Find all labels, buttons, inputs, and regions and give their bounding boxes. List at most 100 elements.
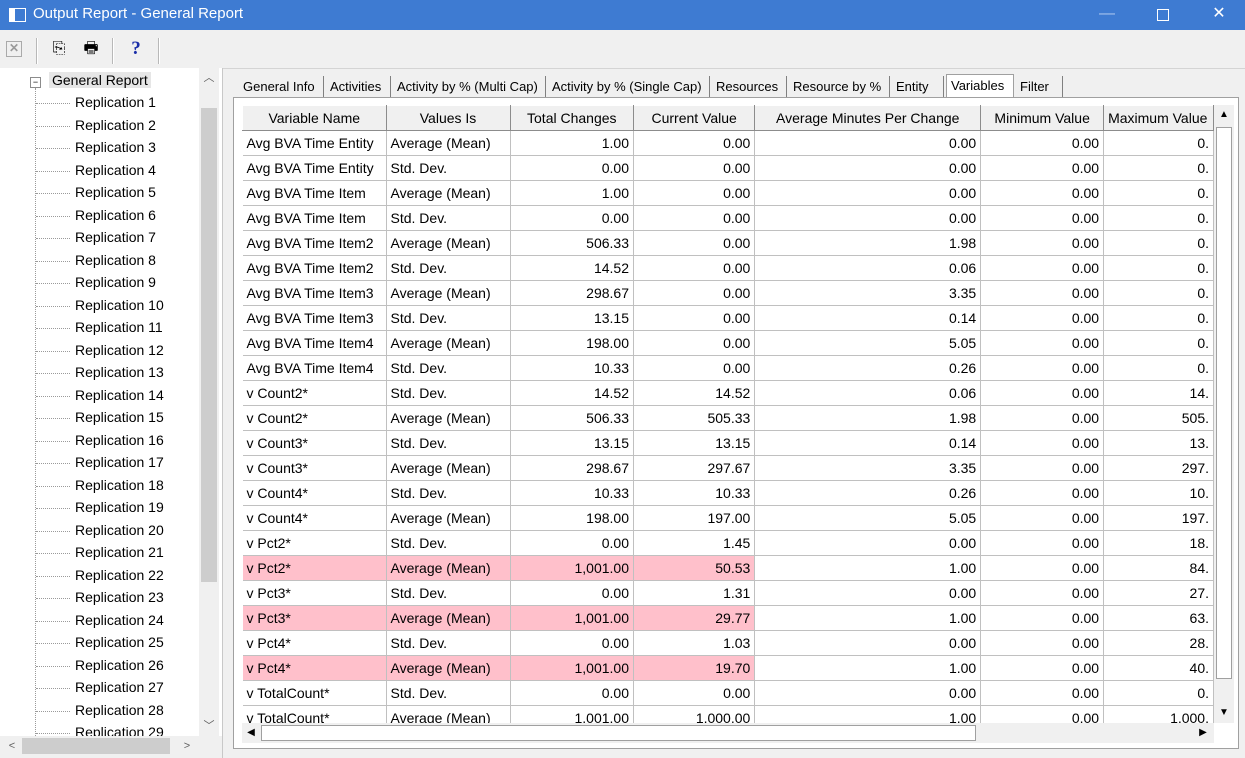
table-row[interactable]: v TotalCount* Std. Dev. 0.00 0.00 0.00 0.00 0. (242, 680, 1214, 706)
scroll-up-icon[interactable]: ▲ (1214, 105, 1234, 125)
tree-item-label[interactable]: Replication 4 (75, 162, 156, 178)
tree-item-label[interactable]: Replication 15 (75, 409, 164, 425)
table-cell: 0.00 (633, 255, 756, 281)
column-header[interactable]: Values Is (385, 105, 511, 131)
table-cell: Average (Mean) (386, 330, 511, 356)
scroll-down-icon[interactable]: ▼ (1214, 703, 1234, 723)
tab-activity-by-single-cap[interactable]: Activity by % (Single Cap) (548, 76, 710, 98)
scroll-up-icon[interactable]: ︿ (199, 68, 219, 88)
tree-item-label[interactable]: Replication 9 (75, 274, 156, 290)
tree-item-label[interactable]: Replication 7 (75, 229, 156, 245)
tree-item-label[interactable]: Replication 23 (75, 589, 164, 605)
table-row[interactable]: v Pct3* Std. Dev. 0.00 1.31 0.00 0.00 27. (242, 580, 1214, 606)
tree-item-label[interactable]: Replication 11 (75, 319, 163, 335)
tree-vertical-scrollbar[interactable]: ︿ ﹀ (199, 68, 219, 736)
scroll-thumb[interactable] (1216, 127, 1232, 679)
tree-horizontal-scrollbar[interactable]: < > (0, 736, 222, 758)
grid-horizontal-scrollbar[interactable]: ◀ ▶ (242, 723, 1214, 743)
grid-vertical-scrollbar[interactable]: ▲ ▼ (1214, 105, 1234, 723)
print-icon[interactable]: 🖶 (80, 38, 102, 60)
table-row[interactable]: Avg BVA Time Item3 Average (Mean) 298.67 0.… (242, 280, 1214, 306)
tree-item-label[interactable]: Replication 6 (75, 207, 156, 223)
table-row[interactable]: Avg BVA Time Item4 Std. Dev. 10.33 0.00 0.26… (242, 355, 1214, 381)
tab-activities[interactable]: Activities (326, 76, 391, 98)
table-row[interactable]: v Pct3* Average (Mean) 1,001.00 29.77 1.00 0.… (242, 605, 1214, 631)
tree-item-label[interactable]: Replication 3 (75, 139, 156, 155)
table-cell: 0.00 (980, 655, 1105, 681)
tab-activity-by-multi-cap[interactable]: Activity by % (Multi Cap) (393, 76, 546, 98)
tree-item-label[interactable]: Replication 20 (75, 522, 164, 538)
tab-resources[interactable]: Resources (712, 76, 787, 98)
tab-resource-by[interactable]: Resource by % (789, 76, 890, 98)
tree-item-label[interactable]: Replication 8 (75, 252, 156, 268)
table-row[interactable]: v Pct4* Std. Dev. 0.00 1.03 0.00 0.00 28. (242, 630, 1214, 656)
tree-item-label[interactable]: Replication 28 (75, 702, 164, 718)
tree-item-label[interactable]: Replication 26 (75, 657, 164, 673)
tree-item-label[interactable]: Replication 27 (75, 679, 164, 695)
maximize-button[interactable] (1140, 0, 1186, 30)
collapse-icon[interactable]: − (30, 77, 41, 88)
tree-item-label[interactable]: Replication 21 (75, 544, 164, 560)
table-row[interactable]: Avg BVA Time Item4 Average (Mean) 198.00 0.… (242, 330, 1214, 356)
tree-item-label[interactable]: Replication 19 (75, 499, 164, 515)
tree-item-label[interactable]: Replication 12 (75, 342, 164, 358)
scroll-thumb[interactable] (201, 108, 217, 582)
table-row[interactable]: v Count2* Average (Mean) 506.33 505.33 1.98 0… (242, 405, 1214, 431)
tree-item-label[interactable]: Replication 17 (75, 454, 164, 470)
table-row[interactable]: Avg BVA Time Item3 Std. Dev. 13.15 0.00 0.14… (242, 305, 1214, 331)
tree-item-label[interactable]: Replication 16 (75, 432, 164, 448)
table-row[interactable]: Avg BVA Time Item2 Average (Mean) 506.33 0.… (242, 230, 1214, 256)
scroll-thumb[interactable] (261, 725, 976, 741)
minimize-button[interactable]: — (1084, 0, 1130, 30)
tree-item-label[interactable]: Replication 18 (75, 477, 164, 493)
copy-icon[interactable]: ⎘ (48, 38, 70, 60)
table-row[interactable]: v Pct4* Average (Mean) 1,001.00 19.70 1.00 0.… (242, 655, 1214, 681)
table-row[interactable]: v Pct2* Average (Mean) 1,001.00 50.53 1.00 0.… (242, 555, 1214, 581)
table-cell: 1,000. (1103, 705, 1214, 724)
table-row[interactable]: v Count3* Std. Dev. 13.15 13.15 0.14 0.00 13. (242, 430, 1214, 456)
table-row[interactable]: Avg BVA Time Entity Average (Mean) 1.00 0.0… (242, 130, 1214, 156)
table-row[interactable]: v Count3* Average (Mean) 298.67 297.67 3.35 0… (242, 455, 1214, 481)
tree-item-label[interactable]: Replication 14 (75, 387, 164, 403)
tree-root-label[interactable]: General Report (49, 72, 151, 88)
tree-item-label[interactable]: Replication 25 (75, 634, 164, 650)
scroll-left-icon[interactable]: ◀ (242, 723, 260, 743)
table-row[interactable]: v Pct2* Std. Dev. 0.00 1.45 0.00 0.00 18. (242, 530, 1214, 556)
close-window-button[interactable]: ✕ (1196, 0, 1242, 30)
table-row[interactable]: v Count4* Std. Dev. 10.33 10.33 0.26 0.00 10. (242, 480, 1214, 506)
table-row[interactable]: Avg BVA Time Item Std. Dev. 0.00 0.00 0.00 0.… (242, 205, 1214, 231)
table-row[interactable]: Avg BVA Time Item Average (Mean) 1.00 0.00 0… (242, 180, 1214, 206)
tab-variables[interactable]: Variables (946, 74, 1014, 99)
table-row[interactable]: v TotalCount* Average (Mean) 1,001.00 1,000… (242, 705, 1214, 724)
tree-branch-line (36, 665, 70, 667)
table-row[interactable]: v Count4* Average (Mean) 198.00 197.00 5.05 0… (242, 505, 1214, 531)
table-cell: 14.52 (510, 255, 635, 281)
table-cell: 3.35 (754, 280, 982, 306)
tree-item-label[interactable]: Replication 10 (75, 297, 164, 313)
tree-item-label[interactable]: Replication 1 (75, 94, 156, 110)
column-header[interactable]: Current Value (632, 105, 756, 131)
column-header[interactable]: Total Changes (509, 105, 635, 131)
tree-item-label[interactable]: Replication 5 (75, 184, 156, 200)
column-header[interactable]: Variable Name (242, 105, 387, 131)
tree-item-label[interactable]: Replication 24 (75, 612, 164, 628)
table-row[interactable]: Avg BVA Time Entity Std. Dev. 0.00 0.00 0.00… (242, 155, 1214, 181)
tree-item-label[interactable]: Replication 13 (75, 364, 164, 380)
help-icon[interactable]: ? (125, 38, 147, 60)
column-header[interactable]: Maximum Value (1103, 105, 1214, 131)
scroll-right-icon[interactable]: ▶ (1194, 723, 1212, 743)
tab-general-info[interactable]: General Info (239, 76, 324, 98)
table-row[interactable]: Avg BVA Time Item2 Std. Dev. 14.52 0.00 0.06… (242, 255, 1214, 281)
column-header[interactable]: Average Minutes Per Change (754, 105, 982, 131)
scroll-right-icon[interactable]: > (177, 736, 197, 756)
column-header[interactable]: Minimum Value (980, 105, 1105, 131)
scroll-thumb[interactable] (22, 738, 170, 754)
tree-item-label[interactable]: Replication 22 (75, 567, 164, 583)
close-report-icon[interactable]: ✕ (6, 41, 22, 57)
scroll-left-icon[interactable]: < (2, 736, 22, 756)
tree-item-label[interactable]: Replication 2 (75, 117, 156, 133)
scroll-down-icon[interactable]: ﹀ (199, 716, 219, 736)
table-row[interactable]: v Count2* Std. Dev. 14.52 14.52 0.06 0.00 14. (242, 380, 1214, 406)
tab-filter[interactable]: Filter (1016, 76, 1063, 98)
tab-entity[interactable]: Entity (892, 76, 944, 98)
